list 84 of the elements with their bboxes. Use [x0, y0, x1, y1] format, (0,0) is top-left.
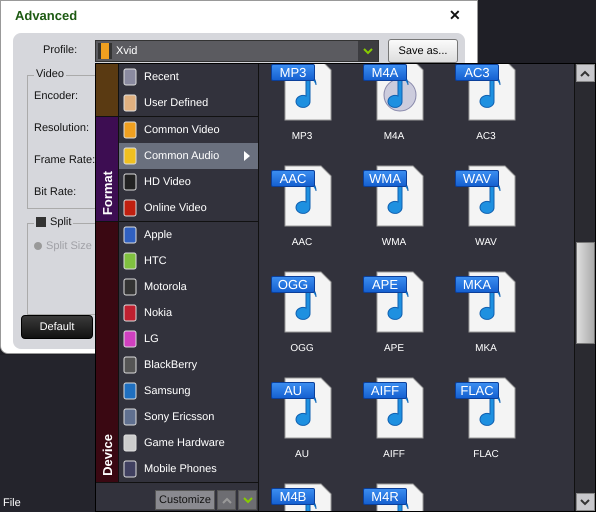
format-item[interactable]: WAV	[455, 165, 517, 235]
category-item[interactable]: Sony Ericsson	[119, 404, 258, 430]
category-item[interactable]: Nokia	[119, 300, 258, 326]
format-item[interactable]: AAC	[271, 165, 333, 235]
category-label: Format	[100, 170, 114, 215]
category-item[interactable]: Online Video	[119, 195, 258, 221]
category-item[interactable]: Samsung	[119, 378, 258, 404]
scrollbar-thumb[interactable]	[576, 242, 594, 344]
format-badge: M4B	[271, 488, 315, 505]
dialog-title: Advanced	[15, 8, 78, 22]
chevron-down-icon	[242, 496, 252, 504]
category-item[interactable]: LG	[119, 326, 258, 352]
file-menu[interactable]: File	[3, 497, 21, 509]
chevron-down-icon	[580, 498, 590, 506]
field-label: Resolution:	[34, 122, 90, 134]
format-badge: FLAC	[455, 382, 499, 399]
format-item[interactable]: WMA	[363, 165, 425, 235]
format-badge: MKA	[455, 276, 499, 293]
category-item[interactable]: Mobile Phones	[119, 456, 258, 482]
chevron-up-icon	[222, 496, 232, 504]
field-label: Bit Rate:	[34, 186, 76, 198]
save-as-button[interactable]: Save as...	[388, 39, 458, 63]
format-label: APE	[382, 343, 405, 354]
format-label: FLAC	[472, 449, 500, 460]
format-badge: OGG	[271, 276, 315, 293]
category-item[interactable]: BlackBerry	[119, 352, 258, 378]
profile-dropdown[interactable]: Xvid	[95, 40, 379, 62]
category-item[interactable]: Common Video	[119, 117, 258, 143]
format-label: MP3	[290, 131, 314, 142]
chevron-up-icon	[580, 70, 590, 76]
category-item[interactable]: Motorola	[119, 274, 258, 300]
format-label: WMA	[380, 237, 408, 248]
format-badge: AIFF	[363, 382, 407, 399]
format-label: M4A	[382, 131, 406, 142]
format-label: AIFF	[382, 449, 406, 460]
scroll-down-button[interactable]	[576, 493, 594, 511]
format-item[interactable]: MP3	[271, 64, 333, 129]
scroll-up-button[interactable]	[576, 64, 594, 82]
close-button[interactable]: ✕	[443, 7, 467, 23]
format-label: OGG	[289, 343, 315, 354]
format-badge: WMA	[363, 170, 407, 187]
format-label: MKA	[474, 343, 498, 354]
format-item[interactable]: AU	[271, 377, 333, 447]
format-item[interactable]: MKA	[455, 271, 517, 341]
scroll-down-button[interactable]	[238, 490, 257, 510]
format-label: WAV	[474, 237, 498, 248]
default-button[interactable]: Default	[21, 315, 93, 339]
format-badge: AU	[271, 382, 315, 399]
video-group-title: Video	[34, 68, 66, 80]
format-item[interactable]: M4R	[363, 483, 425, 511]
format-item[interactable]: M4B	[271, 483, 333, 511]
format-badge: AC3	[455, 64, 499, 81]
format-item[interactable]: AC3	[455, 64, 517, 129]
category-item[interactable]: User Defined	[119, 90, 258, 116]
format-badge: M4R	[363, 488, 407, 505]
format-label: AAC	[290, 237, 314, 248]
arrow-right-icon	[244, 151, 250, 161]
scrollbar[interactable]	[574, 64, 595, 511]
format-item[interactable]: AIFF	[363, 377, 425, 447]
format-label: AU	[294, 449, 310, 460]
split-label: Split	[50, 216, 72, 228]
format-item[interactable]: APE	[363, 271, 425, 341]
chevron-down-icon	[358, 41, 378, 61]
format-item[interactable]: OGG	[271, 271, 333, 341]
field-label: Encoder:	[34, 90, 78, 102]
category-item[interactable]: Game Hardware	[119, 430, 258, 456]
format-item[interactable]: M4A	[363, 64, 425, 129]
category-item[interactable]: HD Video	[119, 169, 258, 195]
category-item[interactable]: Recent	[119, 64, 258, 90]
format-badge: WAV	[455, 170, 499, 187]
format-badge: APE	[363, 276, 407, 293]
format-badge: AAC	[271, 170, 315, 187]
format-badge: M4A	[363, 64, 407, 81]
field-label: Frame Rate:	[34, 154, 96, 166]
category-label: Device	[100, 434, 114, 476]
format-badge: MP3	[271, 64, 315, 81]
customize-button[interactable]: Customize	[155, 490, 215, 510]
category-item[interactable]: Apple	[119, 222, 258, 248]
format-label: AC3	[475, 131, 497, 142]
format-item[interactable]: FLAC	[455, 377, 517, 447]
profile-label: Profile:	[43, 44, 78, 56]
category-item[interactable]: Common Audio	[119, 143, 258, 169]
category-item[interactable]: HTC	[119, 248, 258, 274]
split-checkbox[interactable]	[36, 217, 46, 227]
